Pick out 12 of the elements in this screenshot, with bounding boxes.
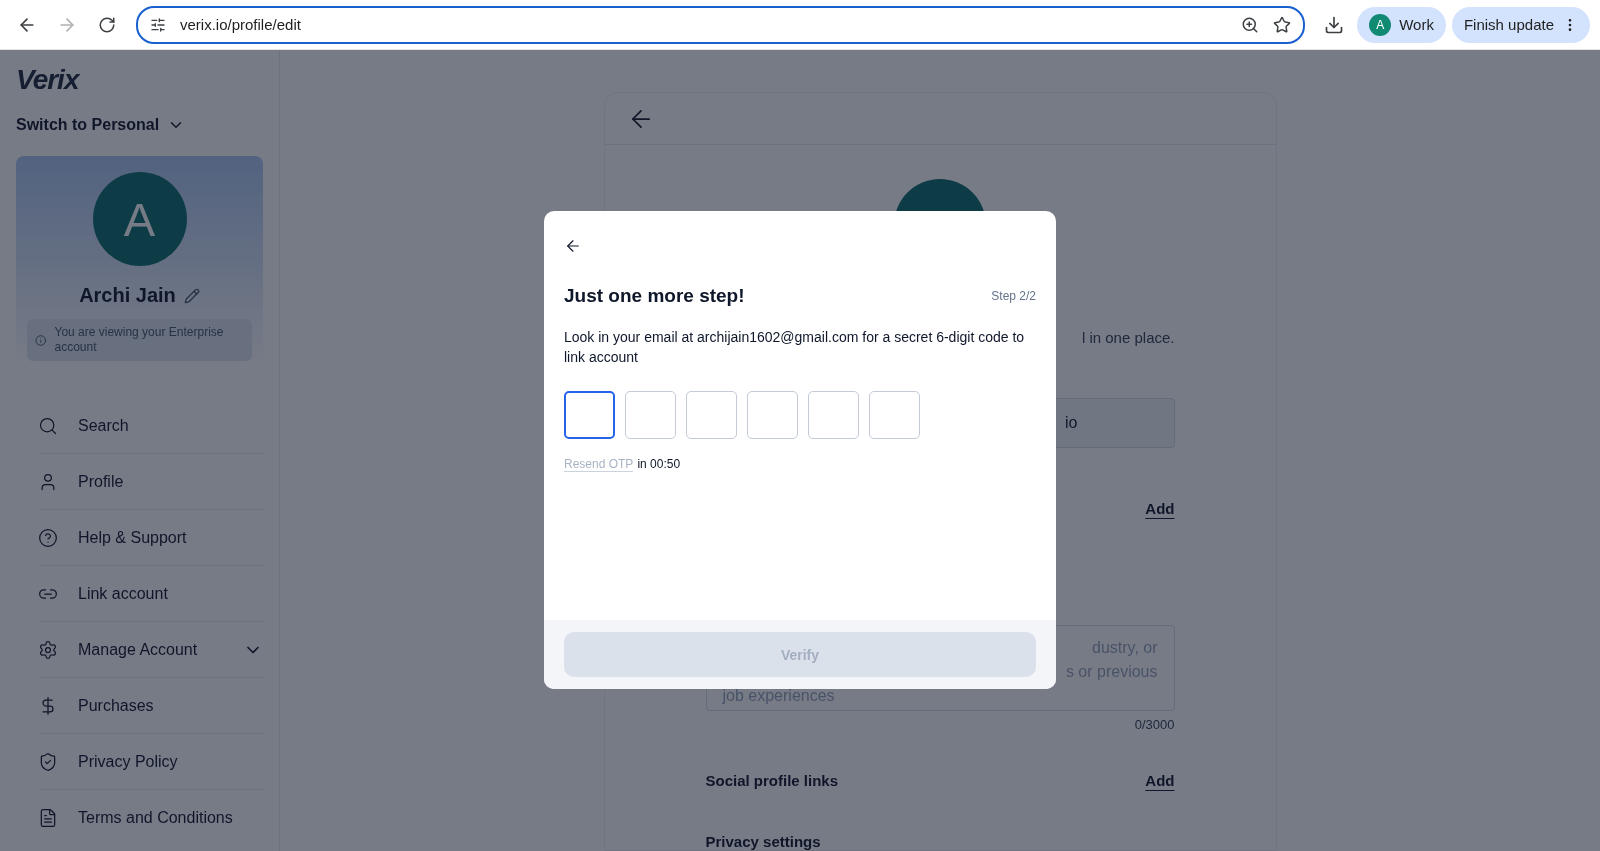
avatar: A: [92, 172, 187, 266]
step-indicator: Step 2/2: [991, 289, 1036, 303]
dialog-message: Look in your email at archijain1602@gmail.com for a secret 6-digit code to link account: [564, 328, 1026, 367]
user-name: Archi Jain: [79, 284, 176, 307]
intro-text: l in one place.: [1081, 329, 1175, 346]
dialog-title: Just one more step!: [564, 285, 745, 307]
notice-text: You are viewing your Enterprise account: [54, 325, 225, 355]
character-counter: 0/3000: [1134, 717, 1175, 732]
section-label: Privacy settings: [705, 833, 822, 850]
countdown-text: in 00:50: [637, 457, 681, 471]
logo: Verix: [16, 64, 81, 96]
section-label: Social profile links: [705, 772, 839, 789]
